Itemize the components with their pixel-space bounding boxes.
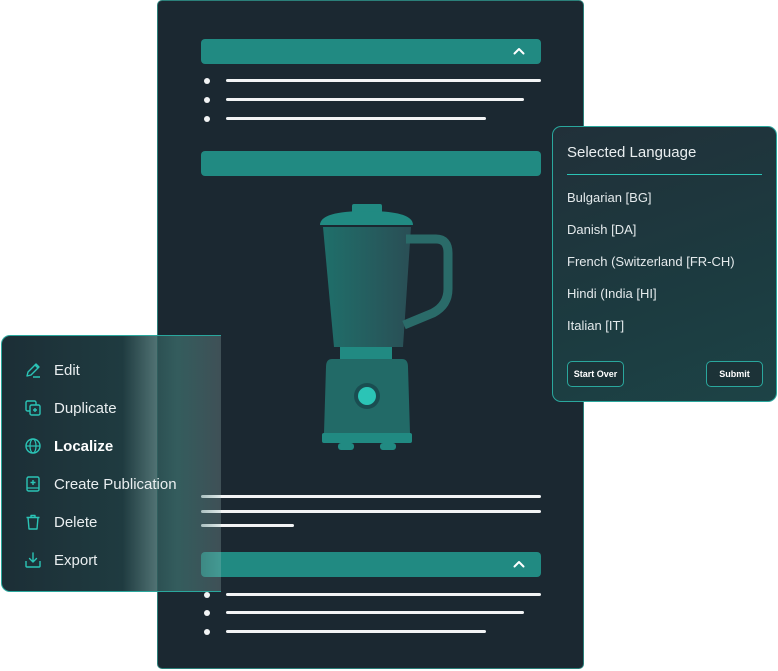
menu-label: Create Publication [54,475,177,493]
menu-label: Export [54,551,98,569]
section-header-middle [201,151,541,176]
text-line [226,117,486,120]
language-option[interactable]: Bulgarian [BG] [567,190,652,205]
document-preview [157,0,584,669]
blender-icon [320,204,453,450]
language-option[interactable]: Italian [IT] [567,318,624,333]
text-line [201,495,541,498]
menu-item-delete[interactable]: Delete [24,511,97,533]
book-plus-icon [24,475,42,493]
menu-label: Delete [54,513,98,531]
bullet [204,116,210,122]
panel-title: Selected Language [567,144,697,161]
menu-label: Duplicate [54,399,117,417]
context-menu: Edit Duplicate Localize Create Publicati… [1,335,221,592]
menu-item-export[interactable]: Export [24,549,97,571]
section-header-bottom[interactable] [201,552,541,577]
text-line [226,593,541,596]
divider [567,174,762,175]
bullet [204,97,210,103]
export-icon [24,551,42,569]
globe-icon [24,437,42,455]
chevron-up-icon[interactable] [511,43,527,59]
bullet [204,78,210,84]
text-line [226,79,541,82]
chevron-up-icon[interactable] [511,556,527,572]
bullet [204,592,210,598]
menu-label: Edit [54,361,80,379]
menu-item-create-publication[interactable]: Create Publication [24,473,177,495]
language-option[interactable]: French (Switzerland [FR-CH) [567,254,735,269]
text-line [226,98,524,101]
text-line [226,630,486,633]
language-panel: Selected Language Bulgarian [BG] Danish … [552,126,777,402]
text-line [201,510,541,513]
language-option[interactable]: Hindi (India [HI] [567,286,657,301]
section-header-top[interactable] [201,39,541,64]
bullet [204,610,210,616]
menu-item-duplicate[interactable]: Duplicate [24,397,117,419]
submit-button[interactable]: Submit [706,361,763,387]
bullet [204,629,210,635]
pencil-icon [24,361,42,379]
duplicate-icon [24,399,42,417]
menu-label: Localize [54,437,114,455]
start-over-button[interactable]: Start Over [567,361,624,387]
menu-item-edit[interactable]: Edit [24,359,80,381]
menu-item-localize[interactable]: Localize [24,435,113,457]
trash-icon [24,513,42,531]
text-line [226,611,524,614]
language-option[interactable]: Danish [DA] [567,222,636,237]
